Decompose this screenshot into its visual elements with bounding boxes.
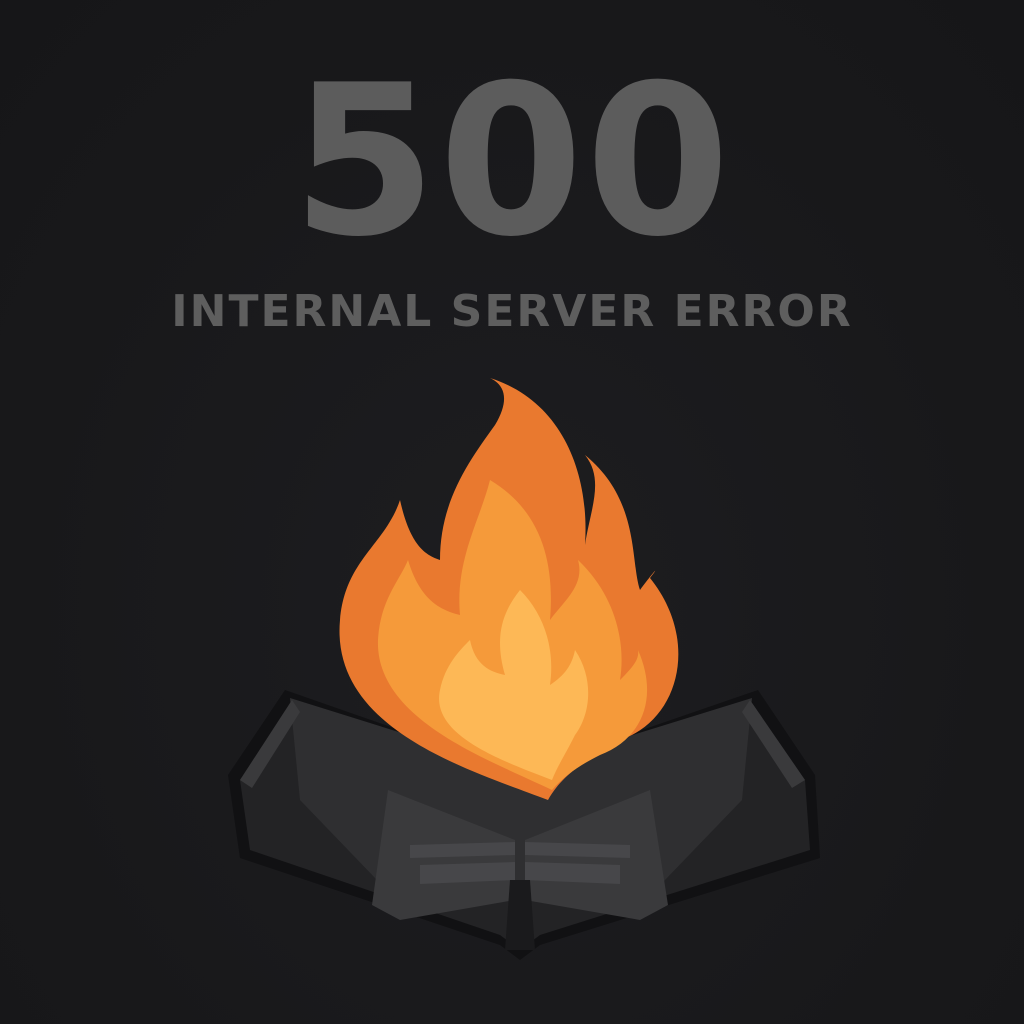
error-message: INTERNAL SERVER ERROR: [171, 286, 853, 337]
error-page: 500 INTERNAL SERVER ERROR: [0, 0, 1024, 1024]
error-code: 500: [291, 41, 733, 283]
